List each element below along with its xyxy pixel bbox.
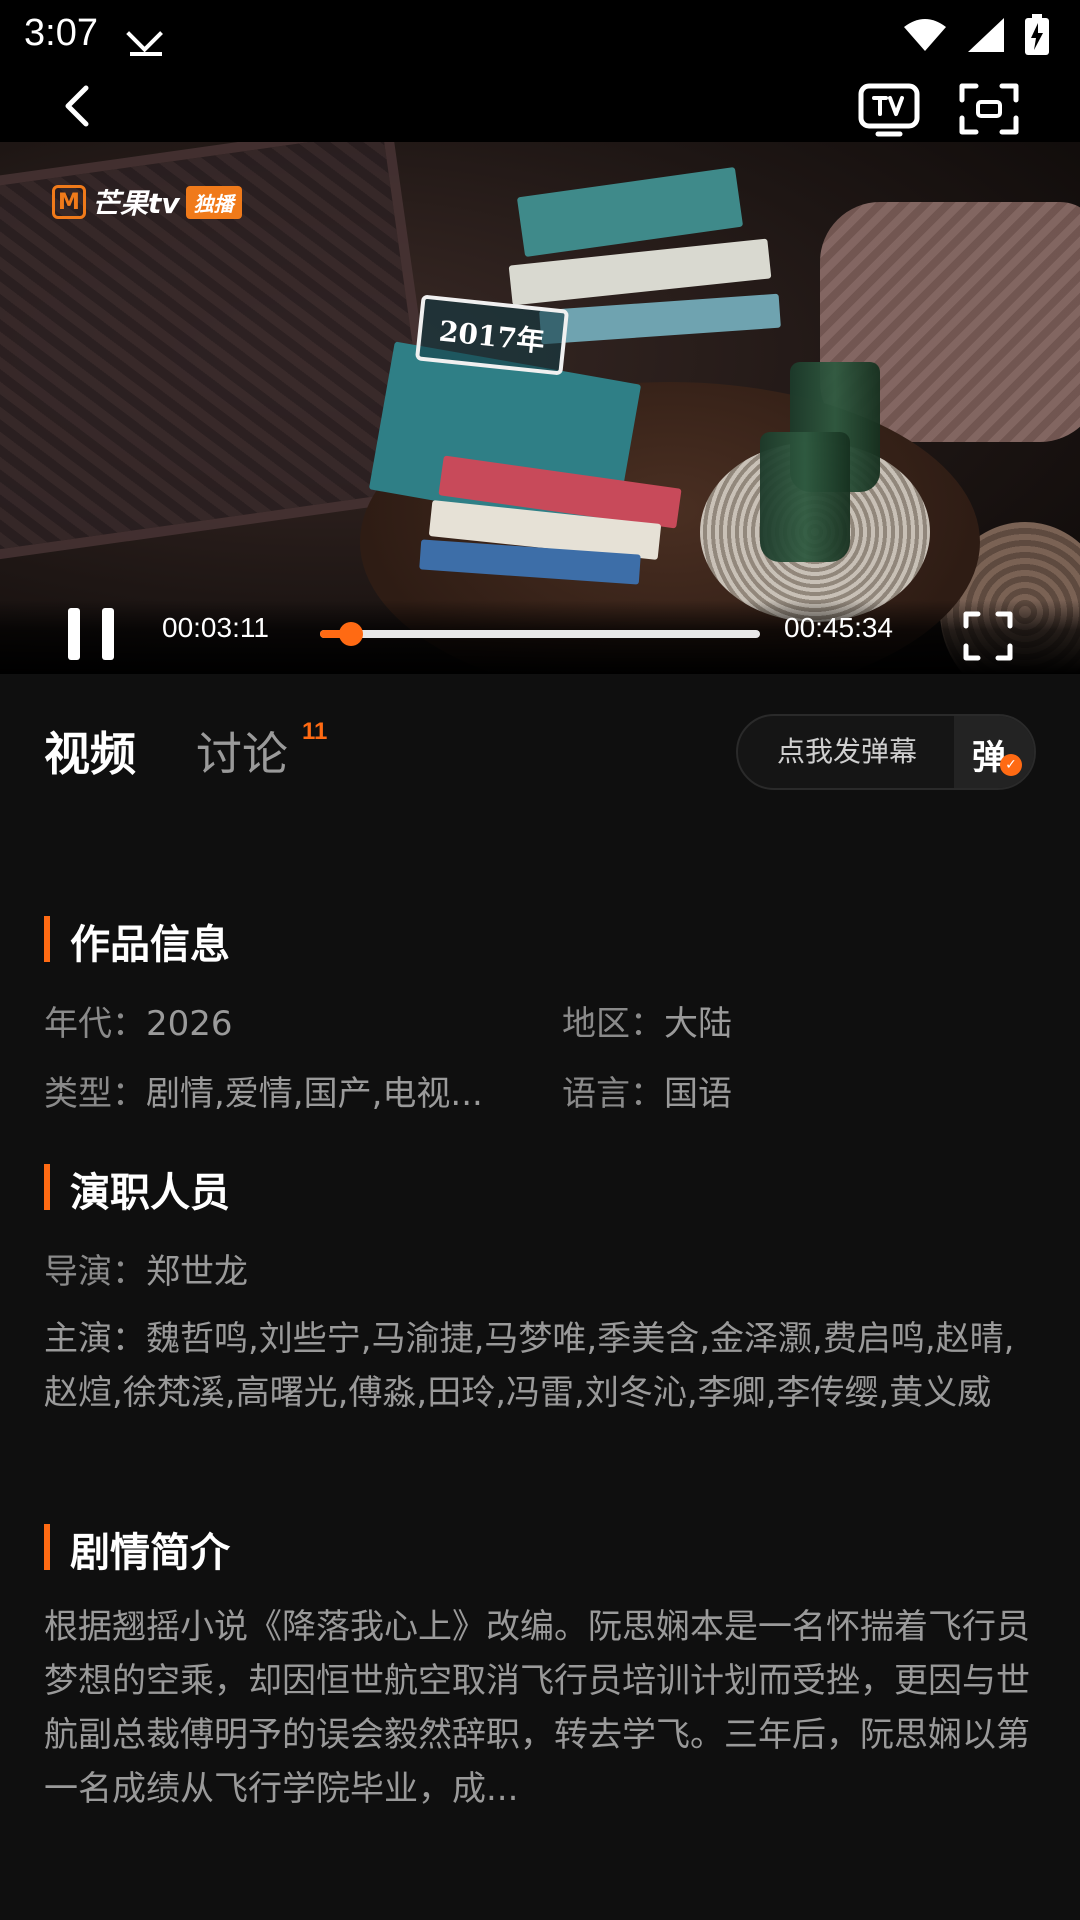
player-controls: 00:03:11 00:45:34 <box>0 600 1080 674</box>
back-icon[interactable] <box>52 78 108 134</box>
discuss-count-badge: 11 <box>302 718 328 745</box>
info-section-title: 作品信息 <box>44 912 230 970</box>
region-value: 大陆 <box>664 1004 732 1044</box>
genre-label: 类型： <box>44 1074 146 1114</box>
director-info: 导演：郑世龙 <box>44 1244 248 1293</box>
cast-section-title: 演职人员 <box>44 1160 230 1218</box>
synopsis-text: 根据翘摇小说《降落我心上》改编。阮思娴本是一名怀揣着飞行员梦想的空乘，却因恒世航… <box>44 1607 1030 1809</box>
mango-logo-icon: M <box>52 185 86 219</box>
content-tabs: 视频 讨论 11 点我发弹幕 弹 ✓ <box>0 674 1080 804</box>
danmu-input[interactable]: 点我发弹幕 <box>738 716 956 788</box>
video-scene-cup <box>760 432 850 562</box>
synopsis-section-title: 剧情简介 <box>44 1520 230 1578</box>
mango-tv-logo: M 芒果tv 独播 <box>52 182 242 222</box>
actors-value: 魏哲鸣,刘些宁,马渝捷,马梦唯,季美含,金泽灏,费启鸣,赵晴,赵煊,徐梵溪,高曙… <box>44 1319 1015 1413</box>
director-value: 郑世龙 <box>146 1252 248 1292</box>
region-info: 地区：大陆 <box>562 996 732 1045</box>
danmu-bar: 点我发弹幕 弹 ✓ <box>736 714 1036 790</box>
signal-icon <box>968 18 1004 52</box>
danmu-toggle-button[interactable]: 弹 ✓ <box>954 716 1034 788</box>
year-info: 年代：2026 <box>44 996 233 1045</box>
language-label: 语言： <box>562 1074 664 1114</box>
genre-value: 剧情,爱情,国产,电视... <box>146 1074 483 1114</box>
genre-info: 类型：剧情,爱情,国产,电视... <box>44 1066 483 1115</box>
scan-icon[interactable] <box>956 80 1022 138</box>
video-scene-book <box>516 166 744 258</box>
year-label: 年代： <box>44 1004 146 1044</box>
director-label: 导演： <box>44 1252 146 1292</box>
current-time: 00:03:11 <box>162 612 269 643</box>
language-value: 国语 <box>664 1074 732 1114</box>
progress-bar[interactable] <box>320 622 760 646</box>
top-bar <box>0 70 1080 142</box>
video-scene-book <box>539 293 781 345</box>
status-bar: 3:07 <box>0 0 1080 70</box>
region-label: 地区： <box>562 1004 664 1044</box>
check-icon: ✓ <box>1000 754 1022 776</box>
danmu-toggle-label: 弹 <box>972 738 1006 778</box>
pause-icon[interactable] <box>66 608 116 660</box>
video-player[interactable]: 2017年 M 芒果tv 独播 <box>0 142 1080 674</box>
actors-label: 主演： <box>44 1319 146 1359</box>
exclusive-tag: 独播 <box>185 185 242 219</box>
battery-charging-icon <box>1025 14 1049 55</box>
fullscreen-icon[interactable] <box>962 610 1014 662</box>
progress-thumb[interactable] <box>338 622 363 646</box>
actors-info: 主演：魏哲鸣,刘些宁,马渝捷,马梦唯,季美含,金泽灏,费启鸣,赵晴,赵煊,徐梵溪… <box>44 1312 1034 1420</box>
tab-video[interactable]: 视频 <box>44 718 136 784</box>
tab-discuss[interactable]: 讨论 <box>196 718 288 784</box>
year-value: 2026 <box>146 1004 233 1044</box>
wifi-icon <box>904 19 946 51</box>
total-time: 00:45:34 <box>784 612 893 643</box>
mango-logo-text: 芒果tv <box>92 187 180 220</box>
language-info: 语言：国语 <box>562 1066 732 1115</box>
tv-cast-icon[interactable] <box>856 80 922 138</box>
download-done-icon <box>126 31 163 56</box>
status-time: 3:07 <box>24 12 98 54</box>
